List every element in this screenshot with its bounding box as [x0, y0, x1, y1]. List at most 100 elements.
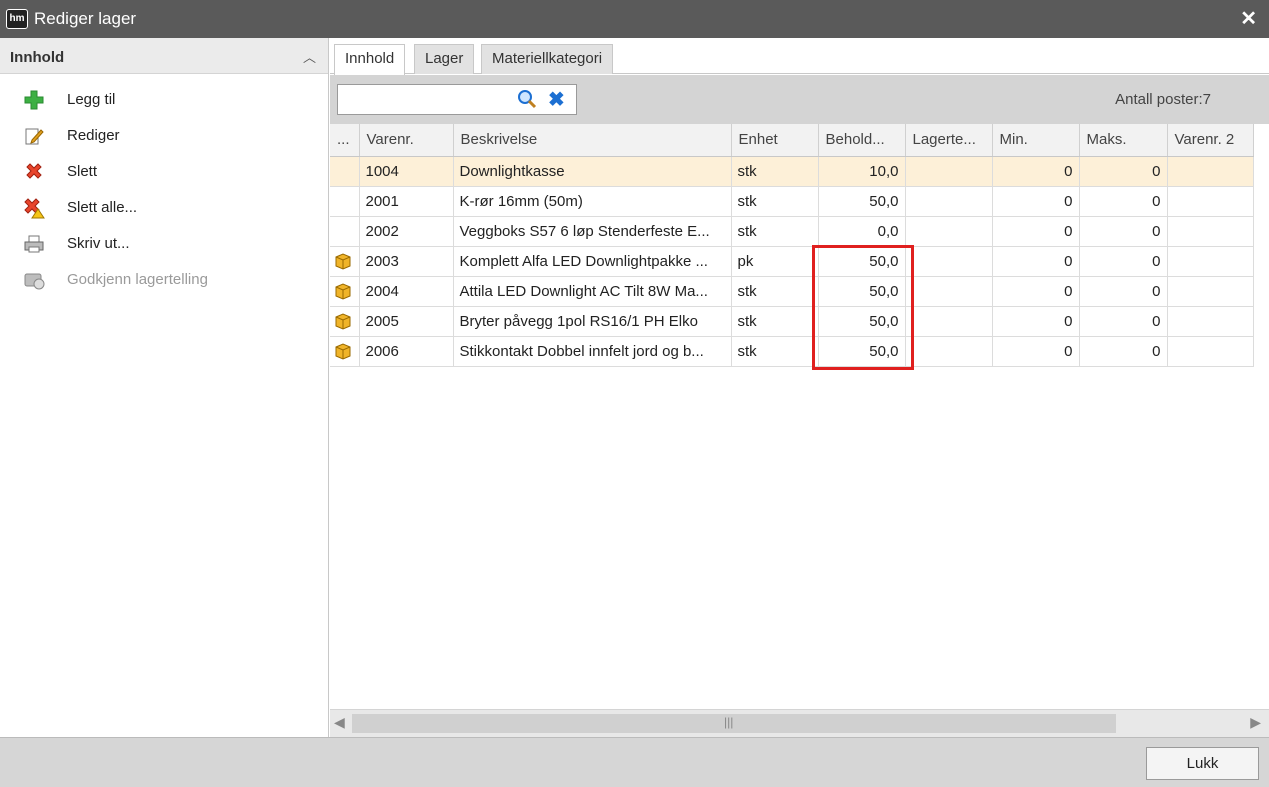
cell-varenr2 [1167, 156, 1254, 187]
table-row[interactable]: 2005 Bryter påvegg 1pol RS16/1 PH Elko stk… [330, 306, 1254, 337]
cell-maks: 0 [1079, 156, 1168, 187]
scrollbar-thumb[interactable]: ||| [352, 714, 1116, 733]
add-label: Legg til [67, 91, 116, 108]
edit-label: Rediger [67, 127, 120, 144]
column-header-varenr[interactable]: Varenr. [359, 124, 454, 157]
column-header-varenr2[interactable]: Varenr. 2 [1167, 124, 1254, 157]
column-header-beskrivelse[interactable]: Beskrivelse [453, 124, 732, 157]
package-icon [334, 342, 352, 360]
cell-beskrivelse: Komplett Alfa LED Downlightpakke ... [453, 246, 732, 277]
cell-enhet: stk [731, 216, 819, 247]
scroll-left-icon[interactable]: ◀ [334, 714, 345, 731]
cell-enhet: stk [731, 306, 819, 337]
approve-count-button[interactable]: Godkjenn lagertelling [0, 265, 328, 295]
window-close-icon[interactable]: ✕ [1240, 6, 1257, 31]
cell-maks: 0 [1079, 276, 1168, 307]
cell-maks: 0 [1079, 246, 1168, 277]
tab-materiellkategori[interactable]: Materiellkategori [481, 44, 614, 74]
grip-icon: ||| [724, 715, 734, 729]
cell-min: 0 [992, 216, 1080, 247]
edit-button[interactable]: Rediger [0, 121, 328, 151]
cell-enhet: stk [731, 156, 819, 187]
cell-beskrivelse: Veggboks S57 6 løp Stenderfeste E... [453, 216, 732, 247]
cell-beholdning: 0,0 [818, 216, 906, 247]
delete-button[interactable]: Slett [0, 157, 328, 187]
column-header-maks[interactable]: Maks. [1079, 124, 1168, 157]
table-row[interactable]: 2001 K-rør 16mm (50m) stk 50,0 0 0 [330, 186, 1254, 217]
tab-innhold[interactable]: Innhold [334, 44, 406, 75]
chevron-up-icon[interactable]: ︿ [303, 47, 316, 66]
row-icon-cell [330, 306, 360, 337]
cell-enhet: stk [731, 336, 819, 367]
cell-varenr: 2002 [359, 216, 454, 247]
approve-count-label: Godkjenn lagertelling [67, 271, 208, 288]
app-logo-icon: hm [6, 9, 28, 29]
add-button[interactable]: Legg til [0, 85, 328, 115]
cell-enhet: stk [731, 276, 819, 307]
search-icon[interactable] [516, 88, 538, 110]
column-header-beholdning[interactable]: Behold... [818, 124, 906, 157]
cell-enhet: pk [731, 246, 819, 277]
scroll-right-icon[interactable]: ▶ [1250, 714, 1261, 731]
clear-search-icon[interactable]: ✖ [548, 87, 565, 112]
inventory-table: ... Varenr. Beskrivelse Enhet Behold... … [330, 124, 1254, 367]
column-header-lagerteller[interactable]: Lagerte... [905, 124, 993, 157]
cell-lagerteller [905, 216, 993, 247]
title-bar: hm Rediger lager ✕ [0, 0, 1269, 38]
row-icon-cell [330, 216, 360, 247]
cell-varenr2 [1167, 216, 1254, 247]
cell-lagerteller [905, 246, 993, 277]
print-icon [23, 233, 45, 255]
column-header-enhet[interactable]: Enhet [731, 124, 819, 157]
cell-lagerteller [905, 336, 993, 367]
search-box: ✖ [337, 84, 577, 115]
delete-icon [23, 161, 45, 183]
cell-beholdning: 10,0 [818, 156, 906, 187]
delete-all-icon [23, 197, 45, 219]
cell-beholdning: 50,0 [818, 306, 906, 337]
cell-lagerteller [905, 156, 993, 187]
cell-lagerteller [905, 186, 993, 217]
tab-lager[interactable]: Lager [414, 44, 475, 74]
column-header-icon[interactable]: ... [330, 124, 360, 157]
approve-count-icon [23, 269, 45, 291]
cell-varenr: 2001 [359, 186, 454, 217]
sidebar: Innhold ︿ Legg til Rediger Slett Slett a… [0, 38, 329, 737]
table-row[interactable]: 1004 Downlightkasse stk 10,0 0 0 [330, 156, 1254, 187]
cell-beholdning: 50,0 [818, 336, 906, 367]
cell-varenr2 [1167, 336, 1254, 367]
print-button[interactable]: Skriv ut... [0, 229, 328, 259]
cell-varenr: 1004 [359, 156, 454, 187]
cell-min: 0 [992, 306, 1080, 337]
cell-beskrivelse: Stikkontakt Dobbel innfelt jord og b... [453, 336, 732, 367]
cell-varenr: 2004 [359, 276, 454, 307]
record-count: Antall poster:7 [1115, 91, 1211, 108]
cell-maks: 0 [1079, 216, 1168, 247]
table-body: 1004 Downlightkasse stk 10,0 0 0 2001 K-rør 16m… [330, 156, 1254, 367]
row-icon-cell [330, 336, 360, 367]
delete-all-button[interactable]: Slett alle... [0, 193, 328, 223]
cell-maks: 0 [1079, 186, 1168, 217]
cell-beskrivelse: Downlightkasse [453, 156, 732, 187]
sidebar-header[interactable]: Innhold ︿ [0, 38, 328, 74]
table-row[interactable]: 2006 Stikkontakt Dobbel innfelt jord og b… [330, 336, 1254, 367]
table-header-row: ... Varenr. Beskrivelse Enhet Behold... … [330, 124, 1254, 157]
tab-bar: Innhold Lager Materiellkategori [330, 38, 1269, 75]
table-row[interactable]: 2003 Komplett Alfa LED Downlightpakke ...… [330, 246, 1254, 277]
cell-beskrivelse: Attila LED Downlight AC Tilt 8W Ma... [453, 276, 732, 307]
window-title: Rediger lager [34, 9, 137, 28]
cell-min: 0 [992, 186, 1080, 217]
table-row[interactable]: 2002 Veggboks S57 6 løp Stenderfeste E...… [330, 216, 1254, 247]
inventory-grid: ... Varenr. Beskrivelse Enhet Behold... … [330, 124, 1269, 709]
row-icon-cell [330, 276, 360, 307]
dialog-footer: Lukk [0, 737, 1269, 787]
horizontal-scrollbar[interactable]: ◀ ||| ▶ [330, 709, 1269, 737]
package-icon [334, 312, 352, 330]
package-icon [334, 252, 352, 270]
table-row[interactable]: 2004 Attila LED Downlight AC Tilt 8W Ma..… [330, 276, 1254, 307]
cell-varenr2 [1167, 246, 1254, 277]
search-input[interactable] [342, 89, 512, 111]
column-header-min[interactable]: Min. [992, 124, 1080, 157]
cell-maks: 0 [1079, 306, 1168, 337]
close-button[interactable]: Lukk [1146, 747, 1259, 780]
